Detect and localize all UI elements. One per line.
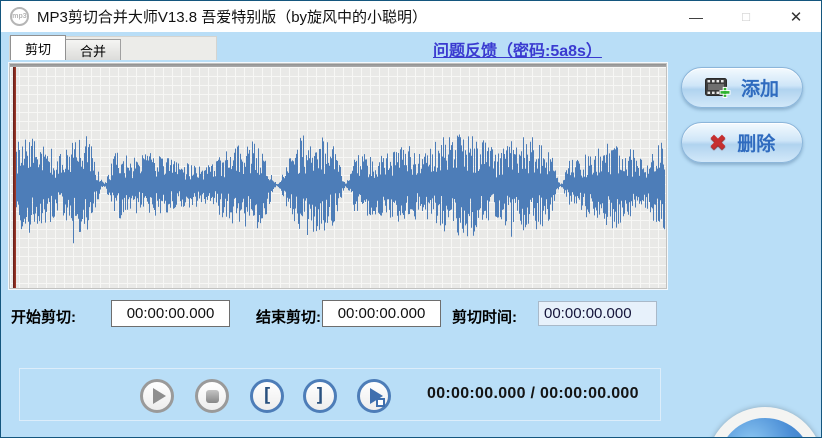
delete-button-label: 删除: [737, 134, 776, 155]
playhead-cursor[interactable]: [13, 67, 16, 288]
bracket-open-icon: [: [261, 383, 273, 406]
delete-button[interactable]: ✖ 删除: [681, 122, 803, 163]
bracket-close-icon: ]: [314, 383, 326, 406]
cut-duration-label: 剪切时间:: [452, 309, 517, 326]
stop-icon: [205, 389, 219, 403]
window-controls: — □ ✕: [671, 1, 821, 32]
tab-bar: 剪切 合并: [9, 35, 217, 60]
play-selection-button[interactable]: [357, 379, 391, 413]
tab-merge[interactable]: 合并: [66, 39, 122, 60]
app-logo-text: mp3: [12, 13, 27, 20]
maximize-button: □: [742, 9, 750, 24]
time-display: 00:00:00.000 / 00:00:00.000: [427, 385, 639, 402]
app-window: mp3 MP3剪切合并大师V13.8 吾爱特别版（by旋风中的小聪明） — □ …: [0, 0, 822, 438]
add-button-label: 添加: [740, 79, 779, 100]
minimize-button[interactable]: —: [671, 1, 721, 32]
title-bar: mp3 MP3剪切合并大师V13.8 吾爱特别版（by旋风中的小聪明） — □ …: [1, 1, 821, 32]
selection-square-icon: [376, 398, 385, 407]
cut-duration-field: 00:00:00.000: [538, 301, 657, 326]
close-button[interactable]: ✕: [771, 1, 821, 32]
mark-end-button[interactable]: ]: [303, 379, 337, 413]
waveform-panel[interactable]: [9, 63, 667, 289]
mark-start-button[interactable]: [: [250, 379, 284, 413]
big-cut-button-face: [718, 418, 812, 437]
start-cut-input[interactable]: [111, 300, 230, 327]
start-cut-label: 开始剪切:: [11, 309, 76, 326]
stop-button[interactable]: [195, 379, 229, 413]
end-cut-label: 结束剪切:: [256, 309, 321, 326]
feedback-link[interactable]: 问题反馈（密码:5a8s）: [433, 37, 602, 61]
film-add-icon: [704, 77, 731, 98]
end-cut-input[interactable]: [322, 300, 441, 327]
tab-cut[interactable]: 剪切: [10, 35, 67, 60]
window-title: MP3剪切合并大师V13.8 吾爱特别版（by旋风中的小聪明）: [37, 9, 428, 26]
transport-panel: [ ] 00:00:00.000 / 00:00:00.000: [19, 368, 661, 421]
app-logo-icon: mp3: [10, 7, 29, 26]
play-icon: [152, 388, 166, 404]
play-button[interactable]: [140, 379, 174, 413]
waveform: [15, 134, 665, 244]
red-x-icon: ✖: [708, 129, 728, 155]
big-cut-button[interactable]: [707, 407, 821, 437]
add-button[interactable]: 添加: [681, 67, 803, 108]
